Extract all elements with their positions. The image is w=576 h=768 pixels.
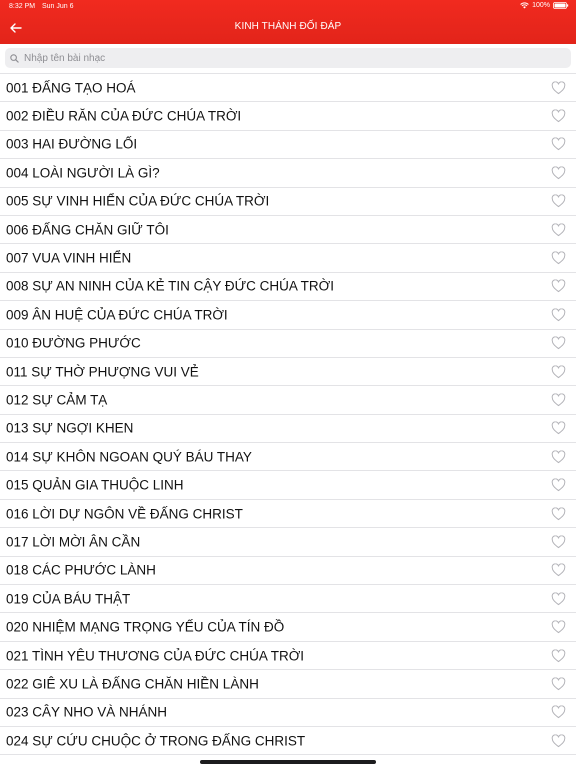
- song-title: 018 CÁC PHƯỚC LÀNH: [6, 562, 156, 578]
- list-item[interactable]: 014 SỰ KHÔN NGOAN QUÝ BÁU THAY: [0, 443, 576, 472]
- list-item[interactable]: 002 ĐIỀU RĂN CỦA ĐỨC CHÚA TRỜI: [0, 102, 576, 131]
- heart-icon[interactable]: [550, 137, 566, 152]
- song-title: 011 SỰ THỜ PHƯỢNG VUI VẺ: [6, 364, 199, 380]
- song-list: 001 ĐẤNG TẠO HOÁ 002 ĐIỀU RĂN CỦA ĐỨC CHÚ…: [0, 73, 576, 768]
- app-window: 8:32 PM Sun Jun 6 100% KINH THÁNH ĐỐI ĐÁ…: [0, 0, 576, 768]
- heart-icon[interactable]: [550, 534, 566, 549]
- song-title: 019 CỦA BÁU THẬT: [6, 591, 131, 607]
- list-item[interactable]: 008 SỰ AN NINH CỦA KẺ TIN CẬY ĐỨC CHÚA T…: [0, 273, 576, 302]
- list-item[interactable]: 004 LOÀI NGƯỜI LÀ GÌ?: [0, 159, 576, 188]
- list-item[interactable]: 006 ĐẤNG CHĂN GIỮ TÔI: [0, 216, 576, 245]
- song-title: 017 LỜI MỜI ÂN CẦN: [6, 534, 141, 550]
- battery-percent: 100%: [532, 2, 550, 9]
- heart-icon[interactable]: [550, 80, 566, 95]
- search-bar: [0, 44, 576, 72]
- battery-icon: [553, 2, 569, 9]
- heart-icon[interactable]: [550, 364, 566, 379]
- song-title: 006 ĐẤNG CHĂN GIỮ TÔI: [6, 222, 169, 238]
- song-title: 012 SỰ CẢM TẠ: [6, 392, 108, 408]
- song-title: 003 HAI ĐƯỜNG LỐI: [6, 136, 138, 152]
- status-right: 100%: [520, 2, 569, 9]
- list-item[interactable]: 011 SỰ THỜ PHƯỢNG VUI VẺ: [0, 358, 576, 387]
- status-bar: 8:32 PM Sun Jun 6 100%: [0, 0, 576, 13]
- song-title: 001 ĐẤNG TẠO HOÁ: [6, 80, 136, 96]
- heart-icon[interactable]: [550, 222, 566, 237]
- song-title: 007 VUA VINH HIỂN: [6, 250, 132, 266]
- list-item[interactable]: 012 SỰ CẢM TẠ: [0, 386, 576, 415]
- heart-icon[interactable]: [550, 421, 566, 436]
- heart-icon[interactable]: [550, 620, 566, 635]
- home-indicator: [200, 760, 376, 764]
- list-item[interactable]: 021 TÌNH YÊU THƯƠNG CỦA ĐỨC CHÚA TRỜI: [0, 642, 576, 671]
- song-title: 022 GIÊ XU LÀ ĐẤNG CHĂN HIỀN LÀNH: [6, 676, 259, 692]
- heart-icon[interactable]: [550, 591, 566, 606]
- list-item[interactable]: 009 ÂN HUỆ CỦA ĐỨC CHÚA TRỜI: [0, 301, 576, 330]
- song-title: 002 ĐIỀU RĂN CỦA ĐỨC CHÚA TRỜI: [6, 108, 242, 124]
- song-title: 009 ÂN HUỆ CỦA ĐỨC CHÚA TRỜI: [6, 307, 228, 323]
- song-title: 008 SỰ AN NINH CỦA KẺ TIN CẬY ĐỨC CHÚA T…: [6, 278, 334, 294]
- list-item[interactable]: 019 CỦA BÁU THẬT: [0, 585, 576, 614]
- list-item[interactable]: 005 SỰ VINH HIỂN CỦA ĐỨC CHÚA TRỜI: [0, 188, 576, 216]
- heart-icon[interactable]: [550, 307, 566, 322]
- search-input[interactable]: [24, 52, 554, 64]
- list-item[interactable]: 010 ĐƯỜNG PHƯỚC: [0, 330, 576, 358]
- search-icon: [10, 53, 20, 63]
- heart-icon[interactable]: [550, 506, 566, 521]
- heart-icon[interactable]: [550, 109, 566, 124]
- heart-icon[interactable]: [550, 449, 566, 464]
- list-item[interactable]: 015 QUẢN GIA THUỘC LINH: [0, 471, 576, 500]
- header: 8:32 PM Sun Jun 6 100% KINH THÁNH ĐỐI ĐÁ…: [0, 0, 576, 44]
- heart-icon[interactable]: [550, 676, 566, 691]
- heart-icon[interactable]: [550, 648, 566, 663]
- heart-icon[interactable]: [550, 392, 566, 407]
- list-item[interactable]: 018 CÁC PHƯỚC LÀNH: [0, 557, 576, 586]
- song-title: 015 QUẢN GIA THUỘC LINH: [6, 477, 184, 493]
- status-date: Sun Jun 6: [42, 3, 74, 10]
- song-title: 004 LOÀI NGƯỜI LÀ GÌ?: [6, 165, 160, 181]
- list-item[interactable]: 003 HAI ĐƯỜNG LỐI: [0, 131, 576, 160]
- status-time: 8:32 PM: [9, 3, 36, 10]
- list-item[interactable]: 020 NHIỆM MẠNG TRỌNG YẾU CỦA TÍN ĐỒ: [0, 613, 576, 642]
- song-title: 021 TÌNH YÊU THƯƠNG CỦA ĐỨC CHÚA TRỜI: [6, 648, 305, 663]
- list-item[interactable]: 007 VUA VINH HIỂN: [0, 244, 576, 273]
- list-item[interactable]: 001 ĐẤNG TẠO HOÁ: [0, 74, 576, 103]
- song-title: 020 NHIỆM MẠNG TRỌNG YẾU CỦA TÍN ĐỒ: [6, 619, 285, 635]
- song-title: 023 CÂY NHO VÀ NHÁNH: [6, 704, 168, 720]
- heart-icon[interactable]: [550, 251, 566, 266]
- heart-icon[interactable]: [550, 165, 566, 180]
- page-title: KINH THÁNH ĐỐI ĐÁP: [234, 21, 342, 32]
- song-title: 014 SỰ KHÔN NGOAN QUÝ BÁU THAY: [6, 449, 252, 465]
- heart-icon[interactable]: [550, 194, 566, 209]
- heart-icon[interactable]: [550, 336, 566, 351]
- song-title: 005 SỰ VINH HIỂN CỦA ĐỨC CHÚA TRỜI: [6, 193, 270, 209]
- list-item[interactable]: 016 LỜI DỰ NGÔN VỀ ĐẤNG CHRIST: [0, 500, 576, 529]
- list-item[interactable]: 024 SỰ CỨU CHUỘC Ở TRONG ĐẤNG CHRIST: [0, 727, 576, 756]
- wifi-icon: [520, 2, 529, 9]
- heart-icon[interactable]: [550, 705, 566, 720]
- song-title: 010 ĐƯỜNG PHƯỚC: [6, 335, 141, 351]
- heart-icon[interactable]: [550, 733, 566, 748]
- song-title: 024 SỰ CỨU CHUỘC Ở TRONG ĐẤNG CHRIST: [6, 733, 306, 749]
- song-title: 016 LỜI DỰ NGÔN VỀ ĐẤNG CHRIST: [6, 506, 243, 522]
- heart-icon[interactable]: [550, 279, 566, 294]
- song-title: 013 SỰ NGỢI KHEN: [6, 420, 134, 436]
- list-item[interactable]: 023 CÂY NHO VÀ NHÁNH: [0, 699, 576, 727]
- list-item[interactable]: 022 GIÊ XU LÀ ĐẤNG CHĂN HIỀN LÀNH: [0, 670, 576, 699]
- list-item[interactable]: 013 SỰ NGỢI KHEN: [0, 415, 576, 444]
- heart-icon[interactable]: [550, 563, 566, 578]
- heart-icon[interactable]: [550, 478, 566, 493]
- list-item[interactable]: 017 LỜI MỜI ÂN CẦN: [0, 528, 576, 557]
- nav-bar: KINH THÁNH ĐỐI ĐÁP: [0, 13, 576, 44]
- search-field[interactable]: [5, 48, 571, 68]
